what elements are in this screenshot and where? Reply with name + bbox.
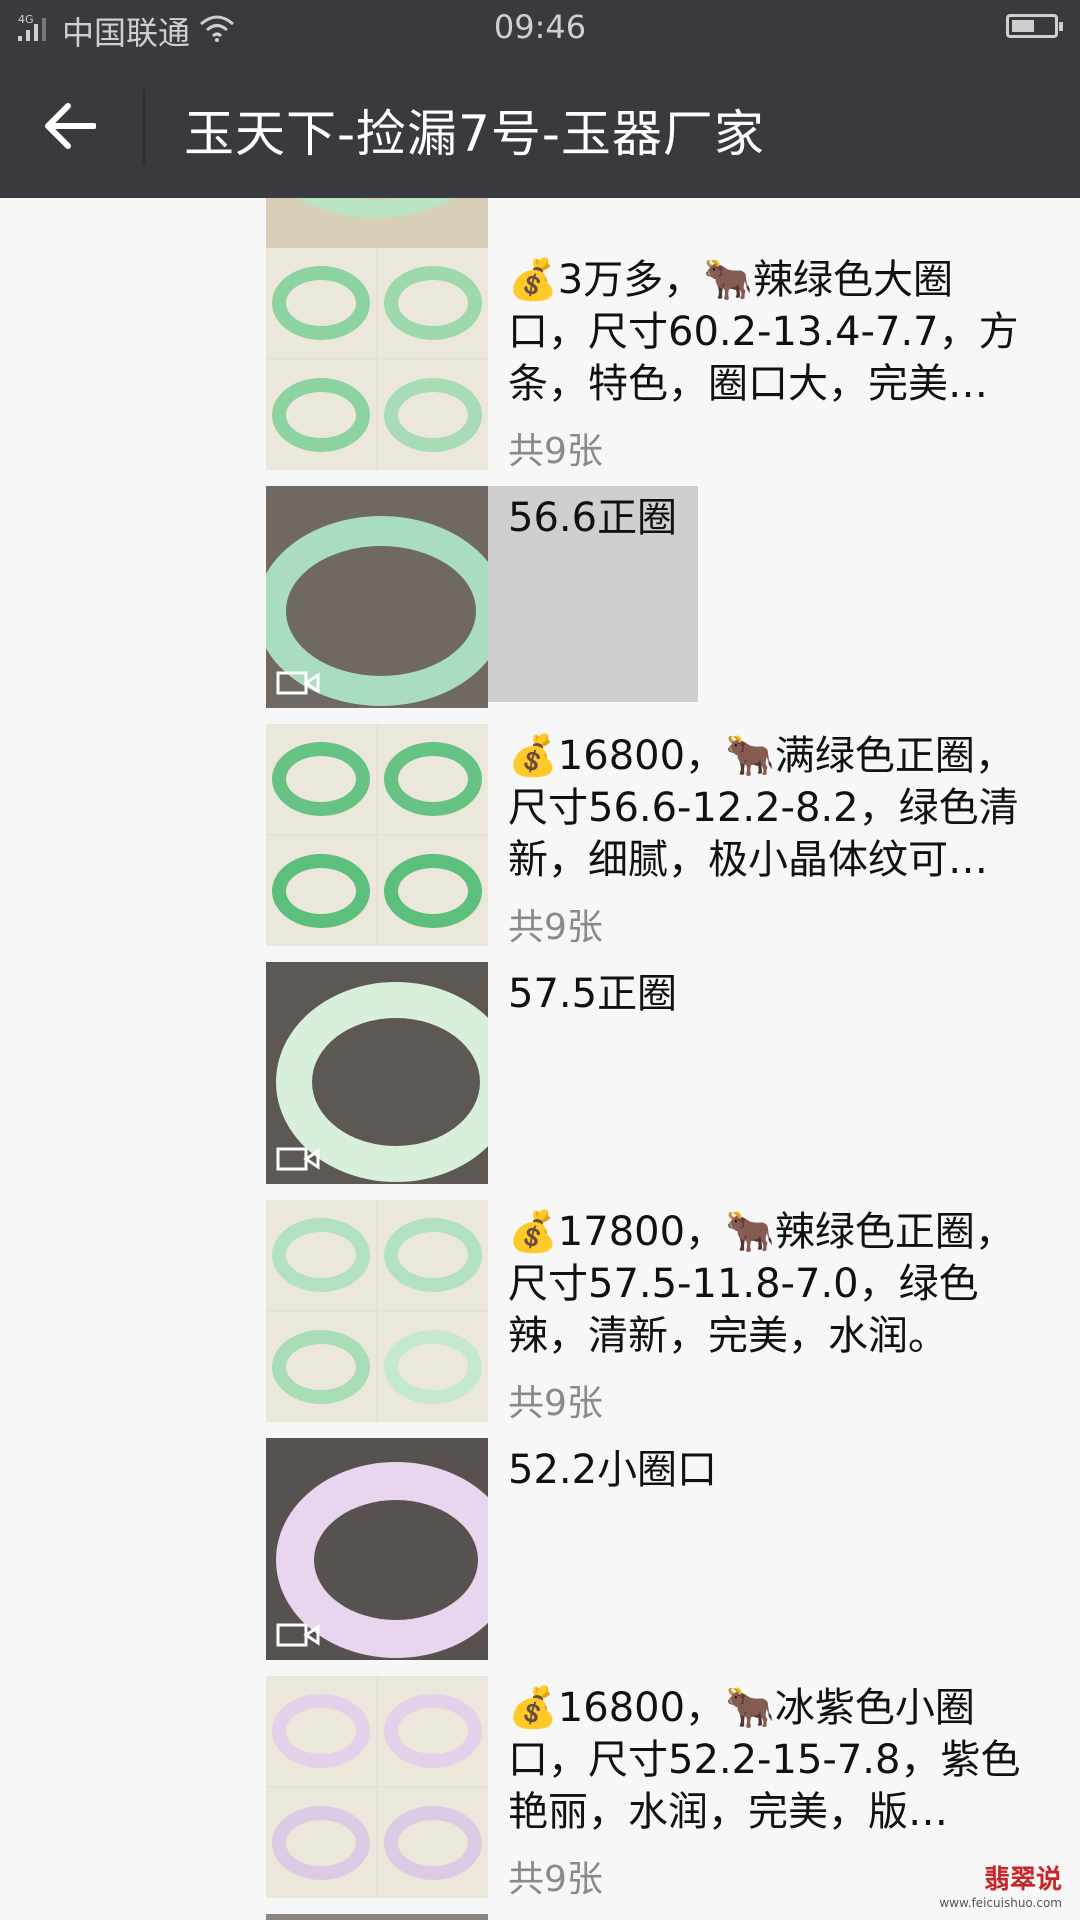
photo-cell xyxy=(378,836,488,946)
photo-cell xyxy=(266,1788,376,1898)
watermark-url: www.feicuishuo.com xyxy=(939,1896,1062,1910)
photo-cell xyxy=(378,1676,488,1786)
photo-cell xyxy=(378,248,488,358)
post-caption: 💰17800，🐂辣绿色正圈，尺寸57.5-11.8-7.0，绿色辣，清新，完美，… xyxy=(508,1209,1015,1359)
list-item[interactable]: 💰17800，🐂辣绿色正圈，尺寸57.5-11.8-7.0，绿色辣，清新，完美，… xyxy=(266,1200,1046,1424)
battery-fill xyxy=(1012,20,1034,32)
photo-cell xyxy=(378,1788,488,1898)
photo-cell xyxy=(266,724,376,834)
bangle-image xyxy=(384,742,482,816)
list-item[interactable] xyxy=(266,1914,1046,1920)
post-caption: 💰3万多，🐂辣绿色大圈口，尺寸60.2-13.4-7.7，方条，特色，圈口大，完… xyxy=(508,257,1019,407)
video-icon xyxy=(276,671,320,695)
photo-count: 共9张 xyxy=(508,907,603,948)
photo-cell xyxy=(266,1200,376,1310)
photo-count: 共9张 xyxy=(508,1383,603,1424)
photo-count: 共9张 xyxy=(508,1859,603,1900)
bangle-image xyxy=(272,1218,370,1292)
post-caption: 💰16800，🐂满绿色正圈，尺寸56.6-12.2-8.2，绿色清新，细腻，极小… xyxy=(508,733,1019,883)
list-item[interactable]: 52.2小圈口 xyxy=(266,1438,1046,1660)
photo-count: 共9张 xyxy=(508,431,603,472)
photo-cell xyxy=(266,836,376,946)
media-list: 💰3万多，🐂辣绿色大圈口，尺寸60.2-13.4-7.7，方条，特色，圈口大，完… xyxy=(0,198,1080,1920)
bangle-image xyxy=(272,378,370,452)
status-clock: 09:46 xyxy=(493,8,587,46)
battery-icon xyxy=(1006,14,1063,38)
photo-grid[interactable] xyxy=(266,1200,488,1422)
list-item[interactable]: 💰16800，🐂冰紫色小圈口，尺寸52.2-15-7.8，紫色艳丽，水润，完美，… xyxy=(266,1676,1046,1900)
photo-cell xyxy=(378,1200,488,1310)
photo-grid[interactable] xyxy=(266,248,488,470)
bangle-image xyxy=(272,1806,370,1880)
list-item[interactable]: 💰16800，🐂满绿色正圈，尺寸56.6-12.2-8.2，绿色清新，细腻，极小… xyxy=(266,724,1046,948)
bangle-image xyxy=(266,198,488,218)
photo-cell xyxy=(266,1676,376,1786)
video-thumbnail[interactable] xyxy=(266,486,488,708)
photo-cell xyxy=(378,1312,488,1422)
photo-cell xyxy=(378,360,488,470)
bangle-image xyxy=(272,1694,370,1768)
photo-cell xyxy=(266,360,376,470)
photo-grid[interactable] xyxy=(266,1676,488,1898)
bangle-image xyxy=(384,1806,482,1880)
page-title: 玉天下-捡漏7号-玉器厂家 xyxy=(184,105,765,163)
photo-cell xyxy=(266,1312,376,1422)
video-thumbnail[interactable] xyxy=(266,1438,488,1660)
bangle-image xyxy=(272,742,370,816)
list-item[interactable]: 57.5正圈 xyxy=(266,962,1046,1184)
bangle-image xyxy=(272,854,370,928)
list-item[interactable]: 56.6正圈 xyxy=(266,486,1046,708)
video-thumbnail[interactable] xyxy=(266,962,488,1184)
watermark-name: 翡翠说 xyxy=(983,1865,1062,1895)
watermark: 翡翠说 www.feicuishuo.com xyxy=(939,1859,1062,1910)
video-icon xyxy=(276,1623,320,1647)
bangle-image xyxy=(384,378,482,452)
photo-cell xyxy=(266,248,376,358)
back-button[interactable] xyxy=(40,96,100,156)
post-caption: 52.2小圈口 xyxy=(508,1447,718,1493)
bangle-image xyxy=(384,266,482,340)
bangle-image xyxy=(272,1330,370,1404)
status-bar: 4G 中国联通 09:46 xyxy=(0,0,1080,56)
back-arrow-icon xyxy=(45,103,96,149)
post-caption: 💰16800，🐂冰紫色小圈口，尺寸52.2-15-7.8，紫色艳丽，水润，完美，… xyxy=(508,1685,1021,1835)
bangle-image xyxy=(384,1218,482,1292)
post-caption: 56.6正圈 xyxy=(488,486,698,702)
bangle-image xyxy=(384,854,482,928)
post-caption: 57.5正圈 xyxy=(508,971,678,1017)
bangle-image xyxy=(384,1694,482,1768)
photo-cell xyxy=(378,724,488,834)
video-icon xyxy=(276,1147,320,1171)
photo-grid[interactable] xyxy=(266,724,488,946)
bangle-image xyxy=(384,1330,482,1404)
bangle-image xyxy=(272,266,370,340)
title-bar: 玉天下-捡漏7号-玉器厂家 xyxy=(0,56,1080,198)
video-thumbnail[interactable] xyxy=(266,1914,488,1920)
list-item[interactable]: 💰3万多，🐂辣绿色大圈口，尺寸60.2-13.4-7.7，方条，特色，圈口大，完… xyxy=(266,248,1046,472)
title-divider xyxy=(143,90,145,164)
